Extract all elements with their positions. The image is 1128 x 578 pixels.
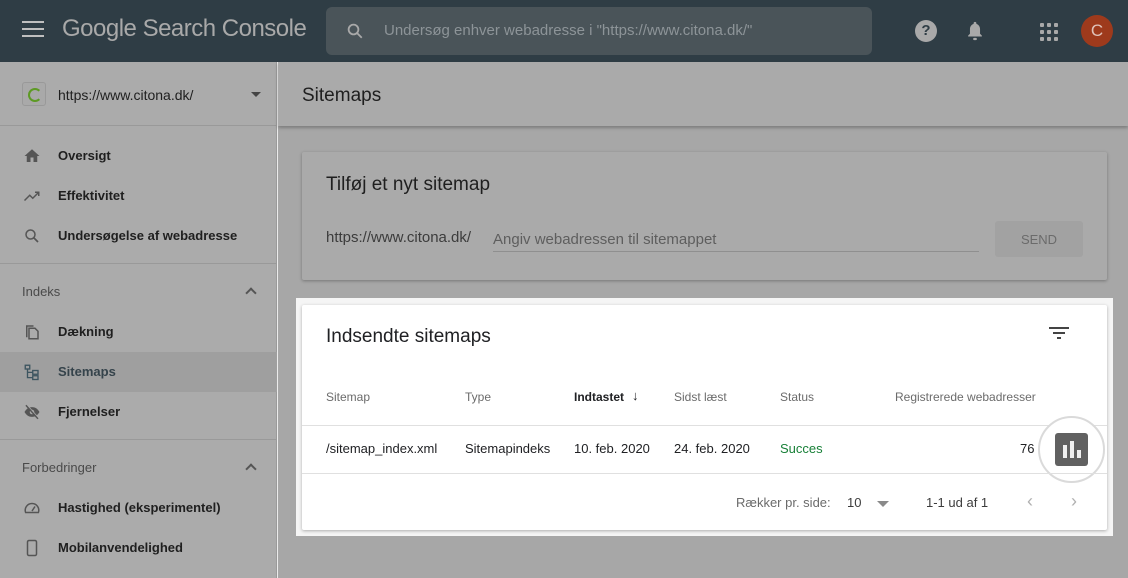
cell-sitemap: /sitemap_index.xml (326, 441, 438, 456)
visibility-off-icon (24, 404, 40, 420)
sitemap-url-input[interactable] (493, 228, 979, 252)
status-badge: Succes (780, 441, 823, 456)
sidebar: https://www.citona.dk/ Oversigt Effektiv… (0, 62, 277, 578)
cell-submitted: 10. feb. 2020 (574, 441, 650, 456)
help-icon[interactable]: ? (915, 20, 937, 42)
dropdown-caret-icon (251, 92, 261, 97)
sidebar-item-label: Dækning (58, 324, 114, 339)
sidebar-item-mobilanvendelighed[interactable]: Mobilanvendelighed (0, 528, 277, 568)
sidebar-item-label: Hastighed (eksperimentel) (58, 500, 221, 515)
cell-type: Sitemapindeks (465, 441, 551, 456)
sidebar-item-oversigt[interactable]: Oversigt (0, 136, 277, 176)
dropdown-caret-icon[interactable] (877, 501, 889, 507)
send-button[interactable]: SEND (995, 221, 1083, 257)
page-header: Sitemaps (278, 62, 1128, 126)
apps-grid-icon[interactable] (1040, 23, 1058, 41)
sitemap-icon (24, 364, 39, 381)
sidebar-item-hastighed[interactable]: Hastighed (eksperimentel) (0, 488, 277, 528)
column-header-sitemap[interactable]: Sitemap (326, 390, 370, 404)
url-inspection-search[interactable]: Undersøg enhver webadresse i "https://ww… (326, 7, 872, 55)
property-favicon-icon (22, 82, 46, 106)
section-title: Indeks (22, 284, 61, 299)
sidebar-item-label: Fjernelser (58, 404, 121, 419)
chevron-up-icon (245, 463, 257, 475)
hamburger-menu-icon[interactable] (22, 21, 44, 39)
add-sitemap-card: Tilføj et nyt sitemap https://www.citona… (302, 152, 1107, 280)
logo-google-text: Google (62, 15, 137, 42)
open-report-button[interactable] (1055, 433, 1088, 466)
sidebar-item-effektivitet[interactable]: Effektivitet (0, 176, 277, 216)
chevron-up-icon (245, 287, 257, 299)
chevron-left-icon[interactable]: ‹ (1020, 491, 1040, 512)
column-header-status[interactable]: Status (780, 390, 814, 404)
logo-product-text: Search Console (142, 15, 307, 42)
search-placeholder: Undersøg enhver webadresse i "https://ww… (384, 22, 753, 39)
filter-icon[interactable] (1049, 327, 1069, 343)
sidebar-section-indeks[interactable]: Indeks (0, 272, 277, 312)
cell-discovered-urls: 76 (1020, 441, 1035, 456)
column-header-submitted[interactable]: Indtastet (574, 390, 624, 404)
notifications-bell-icon[interactable] (964, 20, 986, 42)
sitemap-url-prefix: https://www.citona.dk/ (326, 229, 472, 246)
sidebar-divider (0, 439, 277, 440)
column-header-last-read[interactable]: Sidst læst (674, 390, 727, 404)
property-url: https://www.citona.dk/ (58, 87, 194, 103)
column-header-discovered-urls[interactable]: Registrerede webadresser (895, 390, 1036, 404)
sidebar-item-daekning[interactable]: Dækning (0, 312, 277, 352)
bar-chart-icon (1077, 450, 1081, 458)
sidebar-item-label: Mobilanvendelighed (58, 540, 183, 555)
copy-pages-icon (26, 325, 39, 340)
submitted-sitemaps-card: Indsendte sitemaps Sitemap Type Indtaste… (302, 305, 1107, 530)
section-title: Forbedringer (22, 460, 97, 475)
sidebar-section-forbedringer[interactable]: Forbedringer (0, 448, 277, 488)
sidebar-item-label: Oversigt (58, 148, 111, 163)
sidebar-item-label: Effektivitet (58, 188, 125, 203)
table-divider (302, 425, 1107, 426)
smartphone-icon (26, 539, 38, 557)
app-logo[interactable]: Google Search Console (62, 15, 307, 43)
add-sitemap-title: Tilføj et nyt sitemap (326, 174, 491, 195)
sidebar-divider (0, 263, 277, 264)
property-selector[interactable]: https://www.citona.dk/ (0, 62, 277, 126)
sidebar-item-fjernelser[interactable]: Fjernelser (0, 392, 277, 432)
arrow-down-icon[interactable]: ↓ (632, 388, 639, 403)
search-icon (25, 229, 39, 243)
rows-per-page-select[interactable]: 10 (847, 495, 861, 510)
page-title: Sitemaps (302, 85, 382, 106)
home-icon (24, 149, 40, 162)
sidebar-item-label: Undersøgelse af webadresse (58, 228, 238, 243)
submitted-sitemaps-title: Indsendte sitemaps (326, 326, 491, 347)
pagination-range: 1-1 ud af 1 (926, 495, 989, 510)
sidebar-item-sitemaps[interactable]: Sitemaps (0, 352, 277, 392)
bar-chart-icon (1070, 441, 1074, 458)
chevron-right-icon[interactable]: › (1064, 491, 1084, 512)
sidebar-item-undersogelse[interactable]: Undersøgelse af webadresse (0, 216, 277, 256)
rows-per-page-label: Rækker pr. side: (736, 495, 831, 510)
column-header-type[interactable]: Type (465, 390, 491, 404)
trending-up-icon (23, 191, 40, 202)
search-icon (347, 23, 363, 39)
top-app-bar: Google Search Console Undersøg enhver we… (0, 0, 1128, 62)
cell-last-read: 24. feb. 2020 (674, 441, 750, 456)
bar-chart-icon (1063, 445, 1067, 458)
table-divider (302, 473, 1107, 474)
sidebar-item-label: Sitemaps (58, 364, 116, 379)
speed-gauge-icon (24, 502, 40, 514)
account-avatar[interactable]: C (1081, 15, 1113, 47)
